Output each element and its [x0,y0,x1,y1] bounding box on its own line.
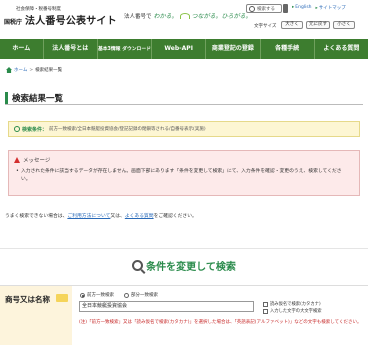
check-uppercase-search[interactable]: 入力した文字の大文字検索 [263,308,322,315]
nav-download[interactable]: 基本3情報 ダウンロード [98,39,153,59]
checkbox[interactable] [263,309,268,314]
home-icon [6,67,12,73]
site-search-button[interactable] [283,4,288,13]
tagline-part-3: つながる。ひろがる。 [191,13,252,20]
radio-prefix-match[interactable]: 前方一致検索 [80,292,114,298]
tagline-bird-icon [179,12,190,19]
match-type-radio-group: 前方一致検索 部分一致検索 [80,292,158,298]
utility-links: English サイトマップ [292,5,346,11]
message-box: メッセージ 入力された条件に該当するデータが存在しません。画面下部にあります「条… [8,150,360,196]
help-suffix: をご確認ください。 [153,214,197,219]
nav-registration[interactable]: 商業登記の登録 [206,39,261,59]
change-conditions-title: 条件を変更して検索 [146,262,236,273]
logo-agency: 国税庁 [4,19,23,26]
title-accent-bar [5,91,8,104]
font-size-label: 文字サイズ [254,24,277,29]
logo-title: 法人番号公表サイト [25,16,117,27]
search-placeholder: 検索する [257,6,275,12]
check-kana-search[interactable]: 読み仮名で検索(カタカナ) [263,301,322,308]
nav-web-api[interactable]: Web-API [152,39,207,59]
breadcrumb-current: 検索結果一覧 [35,68,63,73]
name-form-row: 商号又は名称 前方一致検索 部分一致検索 全日本競艇投資協会 読み仮名で検索(カ… [0,285,368,345]
site-search-input[interactable]: 検索する [246,4,282,13]
check-kana-label: 読み仮名で検索(カタカナ) [270,302,321,307]
warning-icon [14,157,20,163]
page-title: 検索結果一覧 [12,93,64,104]
form-note: (注)「前方一致検索」又は「読み仮名で検索(カタカナ)」を選択した場合は、「英語… [79,320,362,325]
name-input[interactable]: 全日本競艇投資協会 [79,301,254,312]
nav-faq[interactable]: よくある質問 [315,39,368,59]
font-size-large-button[interactable]: 大きく [281,21,303,29]
tagline-part-1: 法人番号で [124,13,152,20]
link-sitemap[interactable]: サイトマップ [316,5,346,11]
section-divider [0,248,368,249]
name-field-label: 商号又は名称 [5,295,50,304]
radio-partial-match[interactable]: 部分一致検索 [124,292,158,298]
change-conditions-heading: 条件を変更して検索 [0,258,368,273]
site-header: 社会保障・税番号制度 国税庁 法人番号公表サイト 法人番号で わかる。 つながる… [0,0,368,39]
check-uppercase-label: 入力した文字の大文字検索 [270,309,322,314]
radio-partial-label: 部分一致検索 [131,293,158,298]
message-header: メッセージ [14,156,50,164]
condition-text: 前方一致検索/全日本競艇投資協会/登記記録の閉鎖等される/自番号表示(実施) [49,127,206,132]
condition-label: 検索条件： [22,126,48,133]
usage-guide-link[interactable]: ご利用方法について [67,214,110,219]
help-prefix: うまく検索できない場合は、 [5,214,68,219]
breadcrumb-separator: > [29,67,34,73]
page-title-area: 検索結果一覧 [5,91,363,105]
form-label-cell: 商号又は名称 [0,286,72,345]
required-badge [56,294,68,302]
search-icon [132,260,144,271]
link-english[interactable]: English [292,5,311,11]
radio-button[interactable] [124,292,129,298]
font-size-small-button[interactable]: 小さく [333,21,355,29]
nav-about[interactable]: 法人番号とは [44,39,98,59]
faq-link[interactable]: よくある質問 [125,214,154,219]
search-icon [249,5,255,12]
font-size-reset-button[interactable]: 元に戻す [306,21,330,29]
breadcrumb-home[interactable]: ホーム [14,67,27,73]
radio-button-checked[interactable] [80,292,85,298]
nav-home[interactable]: ホーム [0,39,44,59]
message-body: 入力された条件に該当するデータが存在しません。画面下部にあります「条件を変更して… [16,168,351,184]
help-line: うまく検索できない場合は、ご利用方法について又は、よくある質問をご確認ください。 [5,212,197,219]
tagline-part-2: わかる。 [153,13,178,20]
magnifier-icon [14,126,20,132]
nav-procedures[interactable]: 各種手続 [261,39,315,59]
breadcrumb: ホーム > 検索結果一覧 [6,67,62,73]
message-title: メッセージ [23,158,51,164]
help-mid: 又は、 [110,214,125,219]
checkbox[interactable] [263,302,268,307]
tagline: 法人番号で わかる。 つながる。ひろがる。 [124,11,252,20]
main-nav: ホーム 法人番号とは 基本3情報 ダウンロード Web-API 商業登記の登録 … [0,39,368,59]
radio-prefix-label: 前方一致検索 [87,293,114,298]
search-condition-box: 検索条件： 前方一致検索/全日本競艇投資協会/登記記録の閉鎖等される/自番号表示… [8,121,360,137]
site-logo[interactable]: 国税庁 法人番号公表サイト [4,12,117,27]
search-options: 読み仮名で検索(カタカナ) 入力した文字の大文字検索 [263,301,322,315]
